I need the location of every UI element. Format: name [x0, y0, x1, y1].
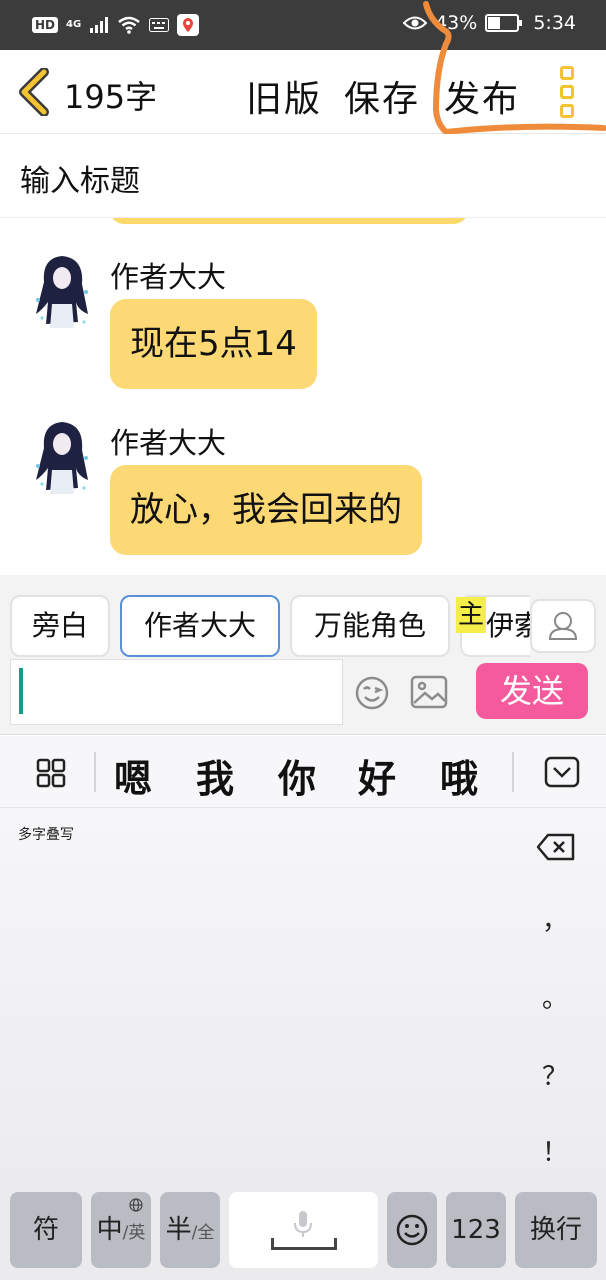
- candidate-word[interactable]: 你: [278, 748, 316, 803]
- collapse-keyboard-icon[interactable]: [544, 756, 580, 788]
- save-button[interactable]: 保存: [344, 70, 420, 122]
- candidate-word[interactable]: 我: [196, 748, 234, 803]
- candidate-word[interactable]: 嗯: [114, 748, 152, 803]
- old-version-button[interactable]: 旧版: [246, 70, 322, 122]
- half-label: 半: [165, 1215, 192, 1245]
- status-bar: HD 4G 43% 5:34: [0, 0, 606, 50]
- newline-key-label: 换行: [529, 1215, 582, 1245]
- role-chip-universal[interactable]: 万能角色: [290, 595, 450, 657]
- full-sub-label: /全: [191, 1223, 215, 1243]
- newline-key[interactable]: 换行: [515, 1192, 597, 1268]
- divider: [94, 752, 96, 792]
- host-badge: 主: [456, 597, 486, 633]
- editor-header: 195字 旧版 保存 发布: [0, 50, 606, 134]
- microphone-icon[interactable]: [293, 1210, 313, 1238]
- space-key[interactable]: [229, 1192, 378, 1268]
- map-app-icon: [177, 14, 200, 36]
- message-author: 作者大大: [110, 260, 227, 294]
- keyboard-bottom-row: 符 中/英 半/全 123 换行: [0, 1188, 606, 1280]
- handwriting-pad[interactable]: 多字叠写 ， 。 ？ ！: [0, 808, 606, 1188]
- zh-label: 中: [96, 1215, 123, 1245]
- more-menu-icon[interactable]: [560, 66, 576, 118]
- punctuation-key[interactable]: 。: [540, 978, 570, 1015]
- text-caret: [19, 668, 23, 714]
- message-input[interactable]: [10, 659, 343, 725]
- title-row[interactable]: 输入标题: [0, 134, 606, 218]
- emoji-key[interactable]: [387, 1192, 437, 1268]
- divider: [512, 752, 514, 792]
- candidate-word[interactable]: 哦: [440, 748, 478, 803]
- signal-icon: [90, 17, 109, 33]
- user-icon: [548, 612, 578, 640]
- role-chip-author[interactable]: 作者大大: [120, 595, 280, 657]
- battery-icon: [485, 14, 523, 32]
- author-avatar[interactable]: [30, 252, 94, 336]
- language-toggle-key[interactable]: 中/英: [91, 1192, 151, 1268]
- ime-candidate-bar: 嗯 我 你 好 哦: [0, 736, 606, 808]
- wifi-icon: [118, 16, 140, 34]
- network-type: 4G: [66, 19, 82, 30]
- globe-icon: [129, 1198, 143, 1212]
- publish-button[interactable]: 发布: [444, 70, 520, 122]
- word-count: 195字: [64, 78, 158, 116]
- author-avatar[interactable]: [30, 418, 94, 502]
- punctuation-key[interactable]: ？: [540, 1056, 570, 1093]
- emoji-icon[interactable]: [354, 675, 390, 711]
- chat-area[interactable]: 作者大大 现在5点14 作者大大 放心，我会回来的: [0, 218, 606, 575]
- numbers-key[interactable]: 123: [446, 1192, 506, 1268]
- handwriting-mode-label: 多字叠写: [18, 827, 74, 843]
- candidate-word[interactable]: 好: [358, 748, 396, 803]
- role-chip-narration[interactable]: 旁白: [10, 595, 110, 657]
- send-button[interactable]: 发送: [476, 663, 588, 719]
- width-toggle-key[interactable]: 半/全: [160, 1192, 220, 1268]
- clock: 5:34: [533, 12, 576, 34]
- smiley-icon: [396, 1214, 428, 1246]
- backspace-icon[interactable]: [536, 832, 576, 862]
- symbols-key[interactable]: 符: [10, 1192, 82, 1268]
- role-composer-panel: 旁白 作者大大 万能角色 伊索 主 发送: [0, 575, 606, 735]
- back-chevron-icon[interactable]: [14, 68, 54, 116]
- numbers-key-label: 123: [451, 1215, 501, 1245]
- eye-comfort-icon: [403, 16, 428, 30]
- message-bubble[interactable]: 放心，我会回来的: [110, 465, 422, 555]
- message-author: 作者大大: [110, 426, 227, 460]
- punctuation-key[interactable]: ，: [540, 900, 570, 937]
- symbols-key-label: 符: [32, 1215, 59, 1245]
- message-bubble[interactable]: 现在5点14: [110, 299, 317, 389]
- space-bar-icon: [271, 1238, 337, 1250]
- title-input[interactable]: 输入标题: [20, 156, 140, 200]
- en-sub-label: /英: [122, 1223, 146, 1243]
- punctuation-key[interactable]: ！: [540, 1132, 570, 1169]
- manage-roles-button[interactable]: [530, 599, 596, 653]
- hd-indicator: HD: [32, 17, 59, 33]
- image-icon[interactable]: [410, 675, 448, 709]
- previous-message-bubble: [110, 218, 468, 224]
- apps-grid-icon[interactable]: [36, 758, 66, 788]
- battery-percent: 43%: [435, 12, 478, 34]
- keyboard-status-icon: [149, 18, 170, 32]
- role-list[interactable]: 旁白 作者大大 万能角色 伊索: [0, 595, 530, 659]
